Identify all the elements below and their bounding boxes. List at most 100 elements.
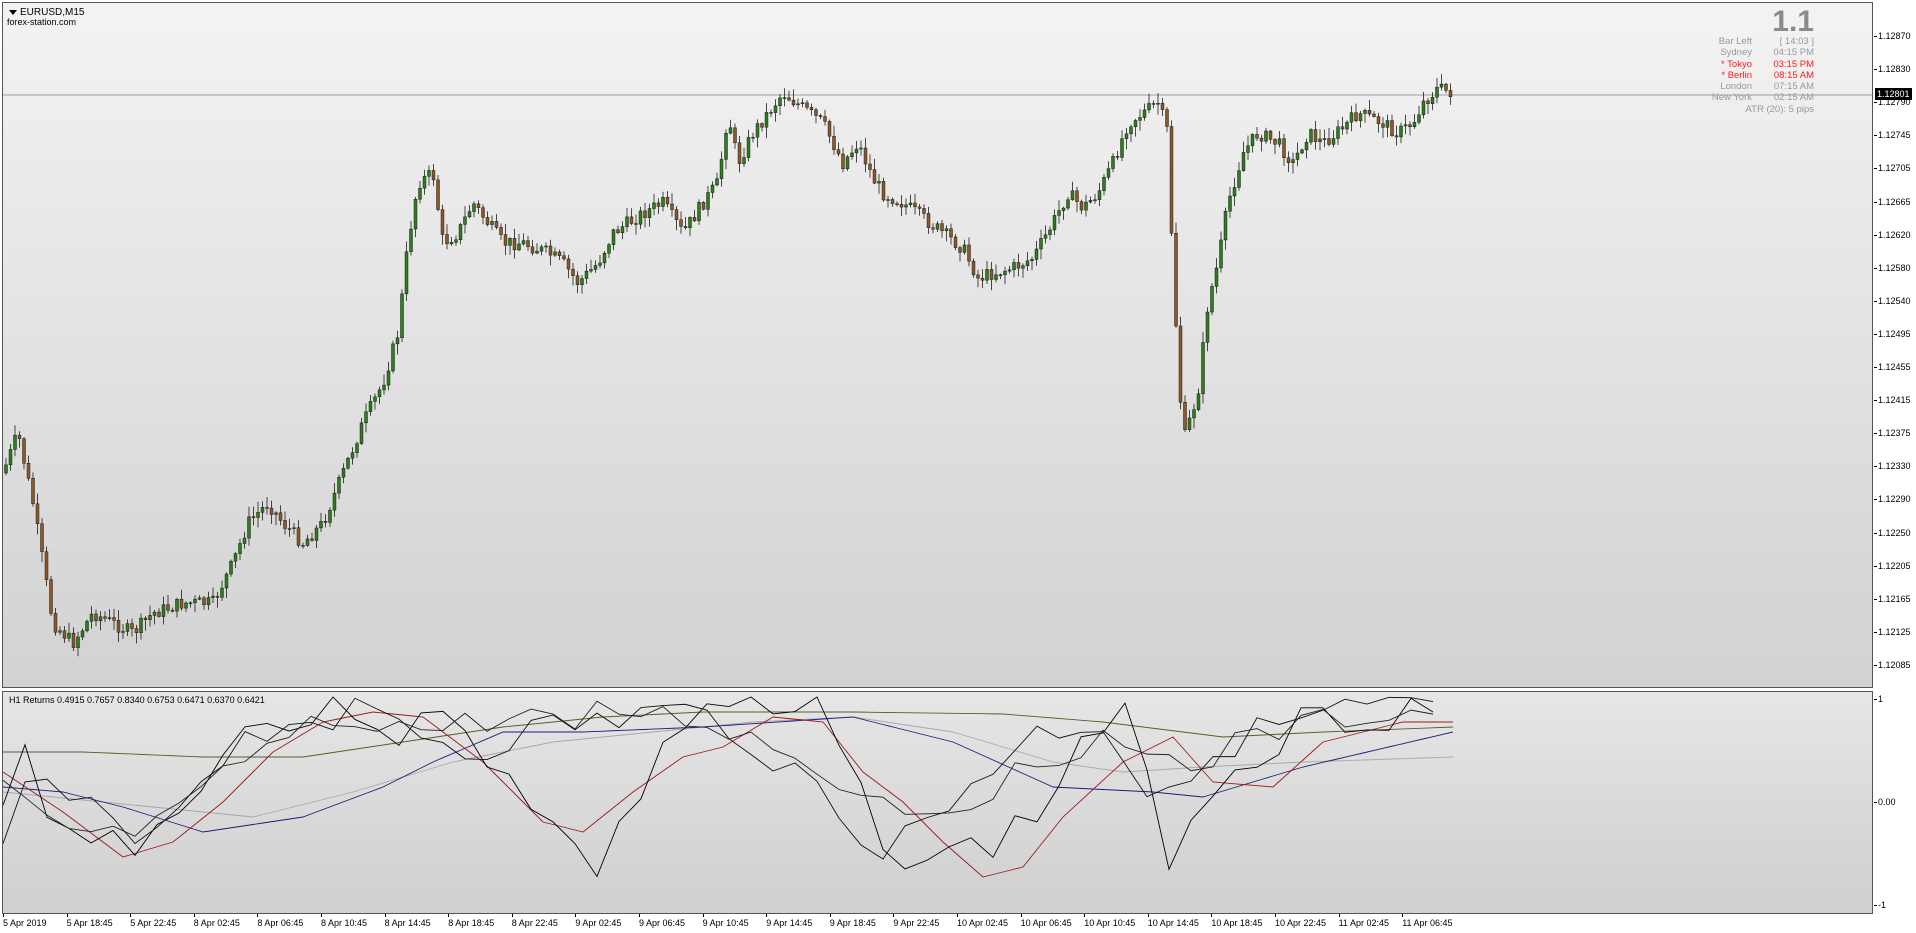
candle-body xyxy=(733,127,737,144)
candle-body xyxy=(949,228,953,238)
candle-body xyxy=(508,238,512,246)
candle-body xyxy=(899,203,904,208)
candle-body xyxy=(125,623,130,632)
candle-body xyxy=(881,181,886,201)
candle-body xyxy=(917,206,922,209)
candle-body xyxy=(1241,152,1246,171)
candle-body xyxy=(436,179,440,210)
candle-body xyxy=(260,507,265,513)
indicator-chart xyxy=(3,696,1454,878)
candle-body xyxy=(584,270,589,279)
candle-body xyxy=(1268,130,1273,140)
candle-body xyxy=(1178,325,1183,403)
candle-body xyxy=(692,217,697,222)
candle-body xyxy=(706,192,710,210)
candle-body xyxy=(1223,211,1228,241)
candle-body xyxy=(791,99,796,106)
candle-body xyxy=(481,207,485,218)
candle-body xyxy=(1192,409,1196,419)
candle-body xyxy=(1115,156,1120,158)
candle-body xyxy=(598,262,602,266)
indicator-pane[interactable]: H1 Returns 0.4915 0.7657 0.8340 0.6753 0… xyxy=(2,691,1873,914)
candle-body xyxy=(926,213,931,228)
time-tick-label: 10 Apr 06:45 xyxy=(1020,914,1072,928)
price-tick-label: 1.12455 xyxy=(1874,362,1911,372)
candle-body xyxy=(1367,110,1372,115)
candle-body xyxy=(373,396,377,402)
candle-body xyxy=(1291,159,1295,163)
candle-body xyxy=(1358,113,1363,121)
candle-body xyxy=(760,123,764,128)
candle-body xyxy=(80,630,85,638)
candle-body xyxy=(877,181,881,184)
candle-body xyxy=(922,208,926,214)
price-tick-label: 1.12250 xyxy=(1874,527,1911,538)
candle-body xyxy=(1102,177,1106,191)
time-tick-label: 8 Apr 02:45 xyxy=(193,914,240,928)
candle-body xyxy=(868,163,872,170)
candle-body xyxy=(148,615,152,620)
candle-body xyxy=(814,109,818,116)
candle-body xyxy=(742,157,746,164)
candle-body xyxy=(382,384,386,391)
price-axis[interactable]: 1.12870 1.12830 1.12790 1.12745 1.12705 1.126… xyxy=(1874,0,1916,690)
candle-body xyxy=(287,528,292,530)
price-tick-label: 1.12415 xyxy=(1874,395,1911,406)
time-tick-label: 8 Apr 10:45 xyxy=(321,914,368,928)
price-tick-label: 1.12085 xyxy=(1874,659,1911,670)
candle-body xyxy=(292,527,296,529)
price-tick-label: 1.12830 xyxy=(1874,64,1911,75)
candle-body xyxy=(170,610,175,612)
time-tick-label: 10 Apr 18:45 xyxy=(1211,914,1263,928)
candle-body xyxy=(935,223,940,230)
candle-body xyxy=(1354,112,1358,121)
candle-body xyxy=(274,512,278,515)
candle-body xyxy=(1210,286,1214,313)
candle-body xyxy=(445,234,449,245)
candle-body xyxy=(422,176,427,189)
candle-body xyxy=(1169,126,1174,234)
time-axis[interactable]: 5 Apr 2019 5 Apr 18:45 5 Apr 22:45 8 Apr 02… xyxy=(2,914,1873,933)
candle-body xyxy=(850,152,854,157)
candle-body xyxy=(1138,117,1142,121)
candle-body xyxy=(1295,152,1300,160)
candle-body xyxy=(1336,126,1340,139)
candle-body xyxy=(728,127,733,134)
candle-body xyxy=(265,507,269,509)
candle-body xyxy=(809,107,814,110)
candle-body xyxy=(355,443,359,453)
candle-body xyxy=(193,599,197,604)
price-tick-label: 1.12495 xyxy=(1874,328,1911,339)
time-tick-label: 10 Apr 22:45 xyxy=(1275,914,1327,928)
candle-body xyxy=(215,595,220,598)
price-pane[interactable]: EURUSD,M15 forex-station.com 1.1 Bar Lef… xyxy=(2,2,1873,688)
time-tick-label: 8 Apr 06:45 xyxy=(257,914,304,928)
candle-body xyxy=(94,613,98,622)
candle-body xyxy=(575,275,580,285)
atr-readout: ATR (20): 5 pips xyxy=(1745,103,1814,115)
candle-body xyxy=(1147,103,1151,111)
candle-body xyxy=(607,244,611,254)
time-tick-label: 9 Apr 10:45 xyxy=(702,914,749,928)
time-tick-label: 9 Apr 22:45 xyxy=(893,914,940,928)
candle-body xyxy=(535,250,539,254)
candle-body xyxy=(206,597,211,605)
candle-body xyxy=(1057,210,1061,216)
candle-body xyxy=(652,202,656,209)
candle-body xyxy=(85,621,89,632)
candle-body xyxy=(521,240,526,245)
candle-body xyxy=(719,159,724,179)
candle-body xyxy=(1093,199,1097,201)
candle-body xyxy=(1403,124,1408,127)
chart-window[interactable]: EURUSD,M15 forex-station.com 1.1 Bar Lef… xyxy=(0,0,1916,933)
candle-body xyxy=(8,449,13,466)
candle-body xyxy=(764,112,769,128)
candle-body xyxy=(134,628,139,634)
candle-body xyxy=(211,595,215,598)
candle-body xyxy=(139,617,143,634)
candle-body xyxy=(913,202,917,208)
candle-body xyxy=(985,269,989,281)
candle-body xyxy=(418,187,422,200)
candle-body xyxy=(269,507,274,515)
candle-body xyxy=(1255,134,1259,139)
